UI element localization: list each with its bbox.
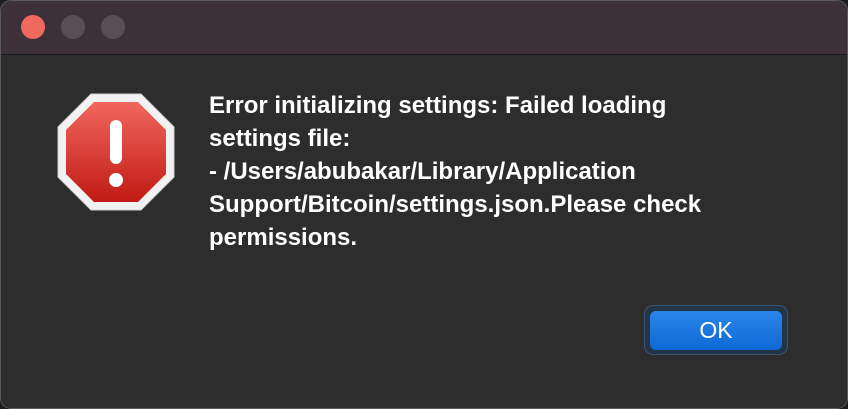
zoom-window-button[interactable] bbox=[101, 15, 125, 39]
dialog-content: Error initializing settings: Failed load… bbox=[1, 55, 847, 408]
error-dialog-window: Error initializing settings: Failed load… bbox=[0, 0, 848, 409]
minimize-window-button[interactable] bbox=[61, 15, 85, 39]
error-message: Error initializing settings: Failed load… bbox=[209, 92, 702, 251]
close-window-button[interactable] bbox=[21, 15, 45, 39]
ok-button[interactable]: OK bbox=[650, 311, 782, 350]
title-bar bbox=[1, 1, 847, 55]
stop-sign-warning-icon bbox=[57, 93, 175, 211]
